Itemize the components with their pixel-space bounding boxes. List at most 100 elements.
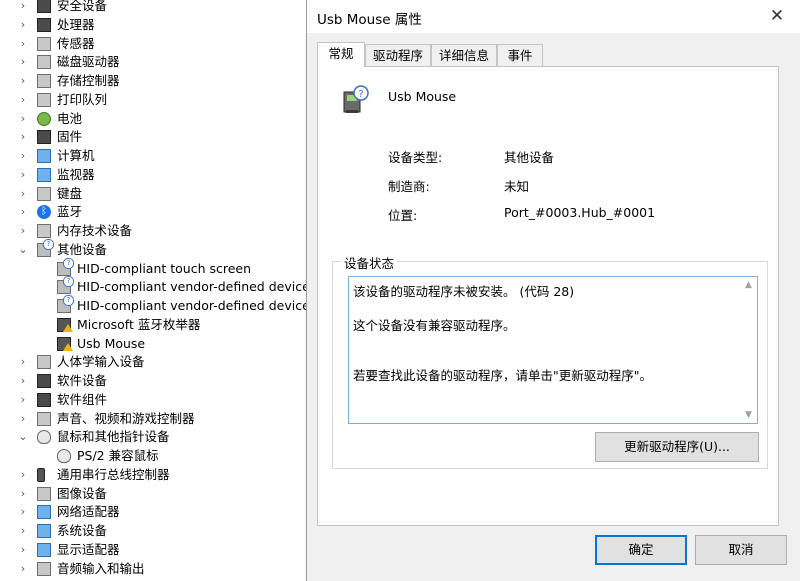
tree-item[interactable]: › 存储控制器 <box>0 72 306 90</box>
tree-item[interactable]: HID-compliant touch screen <box>0 257 306 278</box>
tab-events[interactable]: 事件 <box>497 44 543 66</box>
tree-item[interactable]: ⌄ 其他设备 <box>0 238 306 259</box>
bluetooth-icon: ᛒ <box>37 205 51 220</box>
chevron-right-icon[interactable]: › <box>18 485 28 503</box>
tree-item[interactable]: › 声音、视频和游戏控制器 <box>0 410 306 428</box>
tree-item[interactable]: › 软件设备 <box>0 372 306 390</box>
chevron-right-icon[interactable]: › <box>18 203 28 221</box>
tree-item[interactable]: › 计算机 <box>0 147 306 165</box>
tree-item[interactable]: › 安全设备 <box>0 0 306 15</box>
title-bar: Usb Mouse 属性 ✕ <box>307 0 800 33</box>
device-status-label: 设备状态 <box>341 253 398 272</box>
chevron-right-icon[interactable]: › <box>18 522 28 540</box>
tree-item[interactable]: Microsoft 蓝牙枚举器 <box>0 316 306 334</box>
svg-text:?: ? <box>358 89 363 100</box>
speaker-icon <box>37 411 51 426</box>
tree-item[interactable]: › 系统设备 <box>0 522 306 540</box>
tree-item[interactable]: › 打印队列 <box>0 91 306 109</box>
tree-item-label: 磁盘驱动器 <box>57 54 120 70</box>
processor-icon <box>37 17 51 32</box>
chevron-down-icon[interactable]: ⌄ <box>18 241 28 259</box>
tree-item[interactable]: › 显示适配器 <box>0 541 306 559</box>
close-icon[interactable]: ✕ <box>754 0 800 33</box>
device-type-label: 设备类型: <box>388 150 443 165</box>
warning-device-icon <box>57 317 73 332</box>
memory-icon <box>37 224 51 238</box>
chevron-right-icon[interactable]: › <box>18 35 28 53</box>
tree-item-label: Microsoft 蓝牙枚举器 <box>77 316 201 332</box>
tree-item-label: 蓝牙 <box>57 204 83 220</box>
tree-item[interactable]: › 固件 <box>0 128 306 146</box>
device-status-textbox[interactable]: 该设备的驱动程序未被安装。 (代码 28) 这个设备没有兼容驱动程序。 若要查找… <box>348 276 758 424</box>
tree-item[interactable]: › 通用串行总线控制器 <box>0 466 306 484</box>
tab-details[interactable]: 详细信息 <box>431 44 497 66</box>
tree-item[interactable]: › 键盘 <box>0 185 306 203</box>
tree-item[interactable]: › 图像设备 <box>0 485 306 503</box>
chevron-right-icon[interactable]: › <box>18 91 28 109</box>
tree-item-label: 存储控制器 <box>57 73 120 88</box>
ok-button[interactable]: 确定 <box>595 535 687 565</box>
software-device-icon <box>37 374 51 388</box>
chevron-right-icon[interactable]: › <box>18 0 28 15</box>
chevron-right-icon[interactable]: › <box>18 391 28 409</box>
chevron-right-icon[interactable]: › <box>18 72 28 90</box>
scroll-up-icon[interactable]: ▲ <box>740 280 757 290</box>
tree-item[interactable]: › ᛒ 蓝牙 <box>0 203 306 221</box>
tree-item-label: 图像设备 <box>57 485 108 501</box>
chevron-right-icon[interactable]: › <box>18 166 28 184</box>
chevron-right-icon[interactable]: › <box>18 560 28 578</box>
chevron-right-icon[interactable]: › <box>18 541 28 559</box>
chevron-right-icon[interactable]: › <box>18 53 28 71</box>
chevron-down-icon[interactable]: ⌄ <box>18 428 28 446</box>
tree-item-label: HID-compliant vendor-defined device <box>77 298 310 313</box>
chevron-right-icon[interactable]: › <box>18 503 28 521</box>
tree-item-label: 软件组件 <box>57 391 108 407</box>
tree-item[interactable]: › 电池 <box>0 110 306 128</box>
cancel-button[interactable]: 取消 <box>695 535 787 565</box>
chevron-right-icon[interactable]: › <box>18 410 28 428</box>
chevron-right-icon[interactable]: › <box>18 16 28 34</box>
tree-item[interactable]: › 人体学输入设备 <box>0 353 306 371</box>
printer-icon <box>37 92 51 107</box>
tree-item[interactable]: › 软件组件 <box>0 391 306 409</box>
status-scrollbar[interactable]: ▲ ▼ <box>740 277 757 423</box>
tree-item[interactable]: › 音频输入和输出 <box>0 560 306 578</box>
unknown-device-icon <box>57 257 74 276</box>
chevron-right-icon[interactable]: › <box>18 466 28 484</box>
tree-item[interactable]: PS/2 兼容鼠标 <box>0 447 306 465</box>
location-value: Port_#0003.Hub_#0001 <box>504 205 656 220</box>
network-icon <box>37 505 51 520</box>
tree-item-label: 声音、视频和游戏控制器 <box>57 410 195 426</box>
tree-item[interactable]: › 监视器 <box>0 166 306 184</box>
chevron-right-icon[interactable]: › <box>18 128 28 146</box>
tree-item-label: 打印队列 <box>57 91 108 107</box>
chevron-right-icon[interactable]: › <box>18 372 28 390</box>
chevron-right-icon[interactable]: › <box>18 353 28 371</box>
tab-driver[interactable]: 驱动程序 <box>365 44 431 66</box>
tree-item-label: 网络适配器 <box>57 504 120 520</box>
location-label: 位置: <box>388 208 418 223</box>
tree-item-label: 鼠标和其他指针设备 <box>57 429 170 445</box>
chevron-right-icon[interactable]: › <box>18 110 28 128</box>
manufacturer-label: 制造商: <box>388 179 430 194</box>
tab-general[interactable]: 常规 <box>317 42 365 67</box>
tree-item[interactable]: › 传感器 <box>0 35 306 53</box>
tree-item[interactable]: Usb Mouse <box>0 335 306 353</box>
status-line: 该设备的驱动程序未被安装。 (代码 28) <box>353 284 575 299</box>
chevron-right-icon[interactable]: › <box>18 147 28 165</box>
tree-item-label: HID-compliant vendor-defined device <box>77 279 310 295</box>
tree-item[interactable]: › 内存技术设备 <box>0 222 306 240</box>
tree-item[interactable]: › 磁盘驱动器 <box>0 53 306 71</box>
scroll-down-icon[interactable]: ▼ <box>740 410 757 420</box>
disk-drive-icon <box>37 55 51 70</box>
tree-item[interactable]: › 处理器 <box>0 16 306 34</box>
chevron-right-icon[interactable]: › <box>18 185 28 203</box>
tree-item[interactable]: › 网络适配器 <box>0 503 306 521</box>
update-driver-button[interactable]: 更新驱动程序(U)... <box>595 432 759 462</box>
mouse-icon <box>37 430 51 445</box>
tree-item[interactable]: HID-compliant vendor-defined device <box>0 295 310 315</box>
chevron-right-icon[interactable]: › <box>18 222 28 240</box>
tree-item-label: PS/2 兼容鼠标 <box>77 448 159 463</box>
tree-item[interactable]: ⌄ 鼠标和其他指针设备 <box>0 428 306 446</box>
tree-item[interactable]: HID-compliant vendor-defined device <box>0 276 310 296</box>
